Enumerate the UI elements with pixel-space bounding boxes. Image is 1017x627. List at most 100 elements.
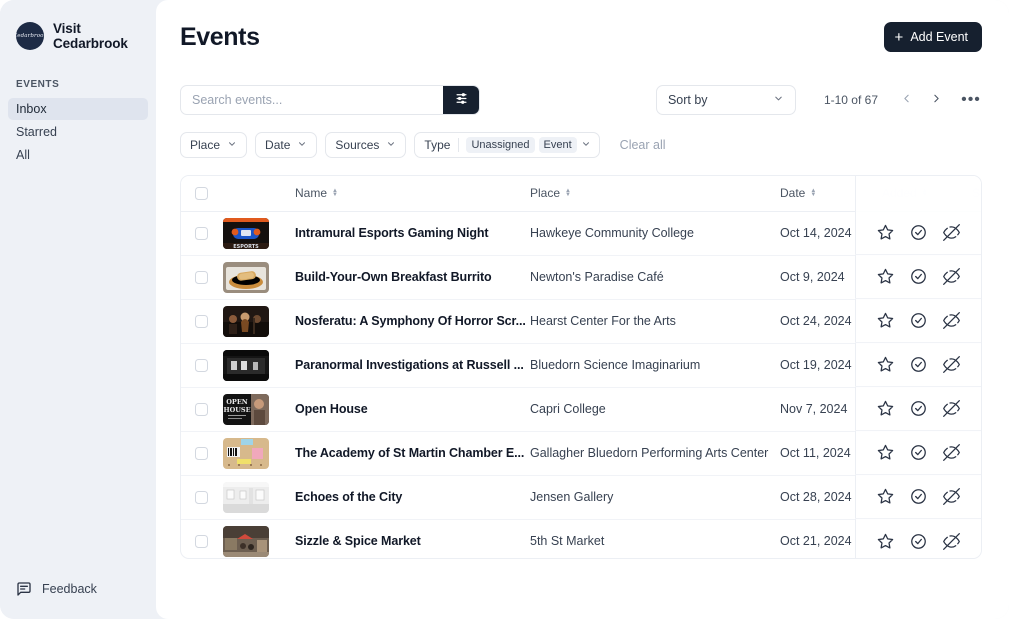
star-icon[interactable]: [876, 224, 894, 242]
eye-off-icon[interactable]: [942, 356, 960, 374]
row-place-cell: Gallagher Bluedorn Performing Arts Cente…: [530, 431, 780, 475]
row-checkbox[interactable]: [195, 446, 208, 460]
svg-text:HOUSE: HOUSE: [223, 406, 250, 414]
check-circle-icon[interactable]: [909, 444, 927, 462]
row-checkbox[interactable]: [195, 402, 208, 416]
column-header-name[interactable]: Name ▲ ▼: [295, 176, 530, 212]
thumbnail-header: [223, 176, 295, 212]
star-icon[interactable]: [876, 532, 894, 550]
star-icon[interactable]: [876, 444, 894, 462]
check-circle-icon[interactable]: [909, 224, 927, 242]
clear-all-button[interactable]: Clear all: [620, 138, 666, 152]
sort-by-select[interactable]: Sort by: [655, 85, 796, 115]
event-place: Hearst Center For the Arts: [530, 314, 676, 328]
filter-chip-place[interactable]: Place: [180, 132, 248, 158]
row-checkbox[interactable]: [195, 314, 208, 328]
row-name-cell: Paranormal Investigations at Russell ...: [295, 343, 530, 387]
row-name-cell: Intramural Esports Gaming Night: [295, 211, 530, 255]
check-circle-icon[interactable]: [909, 312, 927, 330]
event-name: Sizzle & Spice Market: [295, 534, 421, 549]
event-place: Newton's Paradise Café: [530, 270, 664, 284]
star-icon[interactable]: [876, 268, 894, 286]
row-thumbnail-cell: [223, 431, 295, 475]
eye-off-icon[interactable]: [942, 488, 960, 506]
sidebar-section-label: EVENTS: [16, 79, 60, 90]
eye-off-icon[interactable]: [942, 224, 960, 242]
feedback-button[interactable]: Feedback: [16, 581, 97, 597]
check-circle-icon[interactable]: [909, 268, 927, 286]
add-event-button[interactable]: + Add Event: [883, 22, 982, 52]
select-all-checkbox[interactable]: [195, 186, 208, 200]
row-select-cell: [181, 211, 223, 255]
event-date: Oct 9, 2024: [780, 270, 845, 284]
row-checkbox[interactable]: [195, 226, 208, 240]
row-thumbnail-cell: OPEN HOUSE: [223, 387, 295, 431]
row-actions: [855, 387, 981, 431]
event-date: Oct 14, 2024: [780, 226, 852, 240]
event-name: Echoes of the City: [295, 490, 403, 504]
event-thumbnail-corkboard-flyers: [223, 437, 269, 469]
column-label: Place: [530, 186, 561, 201]
search-input[interactable]: [181, 86, 443, 114]
events-table: Name ▲ ▼ Place ▲ ▼ Date ▲ ▼ Added ▲ ▼ S …: [180, 175, 982, 559]
svg-text:ESPORTS: ESPORTS: [233, 244, 259, 249]
filter-settings-button[interactable]: [443, 86, 479, 114]
check-circle-icon[interactable]: [909, 532, 927, 550]
row-actions: [855, 211, 981, 255]
star-icon[interactable]: [876, 356, 894, 374]
eye-off-icon[interactable]: [942, 532, 960, 550]
event-place: Bluedorn Science Imaginarium: [530, 358, 701, 372]
event-place: Capri College: [530, 402, 606, 416]
column-header-place[interactable]: Place ▲ ▼: [530, 176, 780, 212]
pagination-next-button[interactable]: [924, 88, 948, 112]
sort-icon: ▲ ▼: [565, 188, 571, 199]
check-circle-icon[interactable]: [909, 488, 927, 506]
star-icon[interactable]: [876, 312, 894, 330]
row-checkbox[interactable]: [195, 534, 208, 548]
sidebar-item-all[interactable]: All: [8, 144, 148, 166]
select-all-header: [181, 176, 223, 212]
star-icon[interactable]: [876, 488, 894, 506]
page-title: Events: [180, 23, 260, 51]
event-date: Oct 28, 2024: [780, 490, 852, 504]
chevron-left-icon: [900, 92, 913, 108]
feedback-icon: [16, 581, 32, 597]
row-place-cell: Bluedorn Science Imaginarium: [530, 343, 780, 387]
row-checkbox[interactable]: [195, 270, 208, 284]
sidebar-item-starred[interactable]: Starred: [8, 121, 148, 143]
star-icon[interactable]: [876, 400, 894, 418]
check-circle-icon[interactable]: [909, 400, 927, 418]
controls-row: Sort by 1-10 of 67: [180, 85, 982, 115]
eye-off-icon[interactable]: [942, 444, 960, 462]
filter-tag-unassigned[interactable]: Unassigned: [466, 137, 535, 153]
row-checkbox[interactable]: [195, 358, 208, 372]
check-circle-icon[interactable]: [909, 356, 927, 374]
filter-chip-sources[interactable]: Sources: [325, 132, 407, 158]
row-checkbox[interactable]: [195, 490, 208, 504]
row-name-cell: Nosferatu: A Symphony Of Horror Scr...: [295, 299, 530, 343]
eye-off-icon[interactable]: [942, 268, 960, 286]
row-thumbnail-cell: ESPORTS: [223, 211, 295, 255]
filter-chip-date[interactable]: Date: [255, 132, 318, 158]
filter-chips-row: Place Date Sources Type Unassigned Event…: [180, 132, 982, 158]
row-thumbnail-cell: [223, 299, 295, 343]
feedback-label: Feedback: [42, 582, 97, 596]
more-options-button[interactable]: •••: [960, 89, 982, 111]
row-select-cell: [181, 255, 223, 299]
filter-tag-event[interactable]: Event: [538, 137, 577, 153]
sidebar-item-label: Inbox: [16, 102, 47, 116]
eye-off-icon[interactable]: [942, 312, 960, 330]
filter-chip-type[interactable]: Type Unassigned Event: [414, 132, 600, 158]
sidebar-item-inbox[interactable]: Inbox: [8, 98, 148, 120]
pagination-prev-button[interactable]: [894, 88, 918, 112]
filter-chip-label: Sources: [335, 138, 380, 152]
event-thumbnail-breakfast-burrito-plate: [223, 261, 269, 293]
brand[interactable]: Cedarbrook Visit Cedarbrook: [0, 0, 156, 51]
row-place-cell: Jensen Gallery: [530, 475, 780, 519]
chevron-right-icon: [930, 92, 943, 108]
column-label: Date: [780, 186, 806, 201]
event-date: Oct 11, 2024: [780, 446, 851, 460]
event-date: Nov 7, 2024: [780, 402, 848, 416]
eye-off-icon[interactable]: [942, 400, 960, 418]
brand-name: Visit Cedarbrook: [53, 21, 128, 51]
